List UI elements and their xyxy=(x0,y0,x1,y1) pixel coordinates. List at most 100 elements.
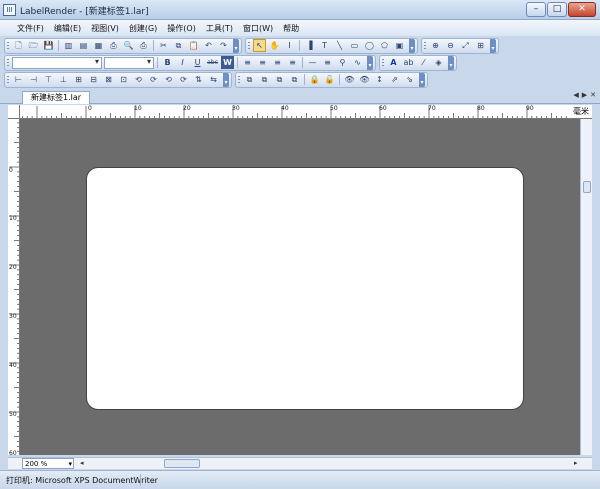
zoom-in-icon[interactable]: ⊕ xyxy=(429,39,442,52)
database-icon[interactable]: ▥ xyxy=(62,39,75,52)
lock-icon[interactable]: 🔒 xyxy=(308,73,321,86)
scroll-left-icon[interactable]: ◂ xyxy=(80,458,84,469)
minimize-button[interactable]: – xyxy=(526,2,546,17)
printer-setup-icon[interactable]: ⎙ xyxy=(137,39,150,52)
ellipse-tool-icon[interactable]: ◯ xyxy=(363,39,376,52)
italic-icon[interactable]: I xyxy=(176,56,189,69)
paste-icon[interactable]: 📋 xyxy=(187,39,200,52)
toolbar-overflow-icon[interactable]: ▾ xyxy=(419,72,425,87)
ungroup-icon[interactable]: ⧉ xyxy=(288,73,301,86)
redo-icon[interactable]: ↷ xyxy=(217,39,230,52)
move-down-icon[interactable]: ⇘ xyxy=(403,73,416,86)
font-color-icon[interactable]: A xyxy=(387,56,400,69)
rectangle-tool-icon[interactable]: ▭ xyxy=(348,39,361,52)
fill-color-icon[interactable]: ◈ xyxy=(432,56,445,69)
print-preview-icon[interactable]: 🔍 xyxy=(122,39,135,52)
tab-document[interactable]: 新建标签1.lar xyxy=(22,91,91,104)
close-button[interactable]: ✕ xyxy=(568,2,596,17)
rotate-right-icon[interactable]: ⟳ xyxy=(147,73,160,86)
flip-vertical-icon[interactable]: ⇅ xyxy=(192,73,205,86)
underline-icon[interactable]: U xyxy=(191,56,204,69)
flip-horizontal-icon[interactable]: ⇆ xyxy=(207,73,220,86)
print-icon[interactable]: ⎙ xyxy=(107,39,120,52)
vertical-scroll-thumb[interactable] xyxy=(583,181,591,193)
zoom-out-icon[interactable]: ⊖ xyxy=(444,39,457,52)
ruler-unit[interactable]: 毫米 xyxy=(570,105,592,119)
scroll-right-icon[interactable]: ▸ xyxy=(574,458,578,469)
hide-icon[interactable]: 👁 xyxy=(358,73,371,86)
new-file-icon[interactable]: 🗋 xyxy=(12,39,25,52)
toolbar-overflow-icon[interactable]: ▾ xyxy=(409,38,415,53)
cut-icon[interactable]: ✂ xyxy=(157,39,170,52)
tab-close-icon[interactable]: ✕ xyxy=(590,91,596,99)
menu-view[interactable]: 视图(V) xyxy=(86,23,124,34)
image-tool-icon[interactable]: ▣ xyxy=(393,39,406,52)
list-icon[interactable]: ≡ xyxy=(321,56,334,69)
strikethrough-icon[interactable]: abc xyxy=(206,56,219,69)
text-tool-icon[interactable]: T xyxy=(318,39,331,52)
rotate-right-90-icon[interactable]: ⟳ xyxy=(177,73,190,86)
label-page[interactable] xyxy=(86,167,524,410)
menu-create[interactable]: 创建(G) xyxy=(124,23,162,34)
toolbar-overflow-icon[interactable]: ▾ xyxy=(223,72,229,87)
align-left-icon[interactable]: ≡ xyxy=(241,56,254,69)
horizontal-scrollbar[interactable]: 200 % ◂ ▸ xyxy=(8,457,592,469)
page-setup-icon[interactable]: ▤ xyxy=(77,39,90,52)
menu-window[interactable]: 窗口(W) xyxy=(238,23,278,34)
undo-icon[interactable]: ↶ xyxy=(202,39,215,52)
tab-prev-icon[interactable]: ◀ xyxy=(573,91,578,99)
bold-icon[interactable]: B xyxy=(161,56,174,69)
open-folder-icon[interactable]: 🗁 xyxy=(27,39,40,52)
zoom-select[interactable]: 200 % xyxy=(22,458,74,469)
text-cursor-icon[interactable]: I xyxy=(283,39,296,52)
font-name-combo[interactable] xyxy=(12,56,102,69)
tab-next-icon[interactable]: ▶ xyxy=(582,91,587,99)
align-right-edge-icon[interactable]: ⊣ xyxy=(27,73,40,86)
center-icon[interactable]: ⊡ xyxy=(117,73,130,86)
rotate-left-icon[interactable]: ⟲ xyxy=(132,73,145,86)
order-icon[interactable]: ↕ xyxy=(373,73,386,86)
line-style-icon[interactable]: — xyxy=(306,56,319,69)
move-up-icon[interactable]: ⇗ xyxy=(388,73,401,86)
polygon-tool-icon[interactable]: ⬠ xyxy=(378,39,391,52)
select-pointer-icon[interactable]: ↖ xyxy=(253,39,266,52)
menu-edit[interactable]: 编辑(E) xyxy=(49,23,86,34)
wave-icon[interactable]: ∿ xyxy=(351,56,364,69)
barcode-icon[interactable]: ▐ xyxy=(303,39,316,52)
toolbar-overflow-icon[interactable]: ▾ xyxy=(448,55,454,70)
table-icon[interactable]: ▦ xyxy=(92,39,105,52)
align-left-edge-icon[interactable]: ⊢ xyxy=(12,73,25,86)
pan-hand-icon[interactable]: ✋ xyxy=(268,39,281,52)
show-icon[interactable]: 👁 xyxy=(343,73,356,86)
menu-tools[interactable]: 工具(T) xyxy=(201,23,238,34)
vertical-scrollbar[interactable] xyxy=(580,119,592,455)
highlight-color-icon[interactable]: ab xyxy=(402,56,415,69)
line-color-icon[interactable]: ⁄ xyxy=(417,56,430,69)
save-icon[interactable]: 💾 xyxy=(42,39,55,52)
menu-operate[interactable]: 操作(O) xyxy=(162,23,201,34)
horizontal-scroll-thumb[interactable] xyxy=(164,459,200,468)
same-width-icon[interactable]: ⊞ xyxy=(72,73,85,86)
rotate-left-90-icon[interactable]: ⟲ xyxy=(162,73,175,86)
align-justify-icon[interactable]: ≡ xyxy=(286,56,299,69)
toolbar-overflow-icon[interactable]: ▾ xyxy=(367,55,373,70)
menu-file[interactable]: 文件(F) xyxy=(12,23,49,34)
bring-front-icon[interactable]: ⧉ xyxy=(243,73,256,86)
align-right-icon[interactable]: ≡ xyxy=(271,56,284,69)
align-center-icon[interactable]: ≡ xyxy=(256,56,269,69)
design-canvas[interactable] xyxy=(20,119,580,455)
align-top-edge-icon[interactable]: ⊤ xyxy=(42,73,55,86)
zoom-grid-icon[interactable]: ⊞ xyxy=(474,39,487,52)
zoom-fit-icon[interactable]: ⤢ xyxy=(459,39,472,52)
toolbar-overflow-icon[interactable]: ▾ xyxy=(490,38,496,53)
font-size-combo[interactable] xyxy=(104,56,154,69)
word-wrap-icon[interactable]: W xyxy=(221,56,234,69)
copy-icon[interactable]: ⧉ xyxy=(172,39,185,52)
same-size-icon[interactable]: ⊠ xyxy=(102,73,115,86)
send-back-icon[interactable]: ⧉ xyxy=(258,73,271,86)
maximize-button[interactable]: □ xyxy=(547,2,567,17)
line-tool-icon[interactable]: ╲ xyxy=(333,39,346,52)
unlock-icon[interactable]: 🔓 xyxy=(323,73,336,86)
menu-help[interactable]: 帮助 xyxy=(278,23,304,34)
align-bottom-edge-icon[interactable]: ⊥ xyxy=(57,73,70,86)
